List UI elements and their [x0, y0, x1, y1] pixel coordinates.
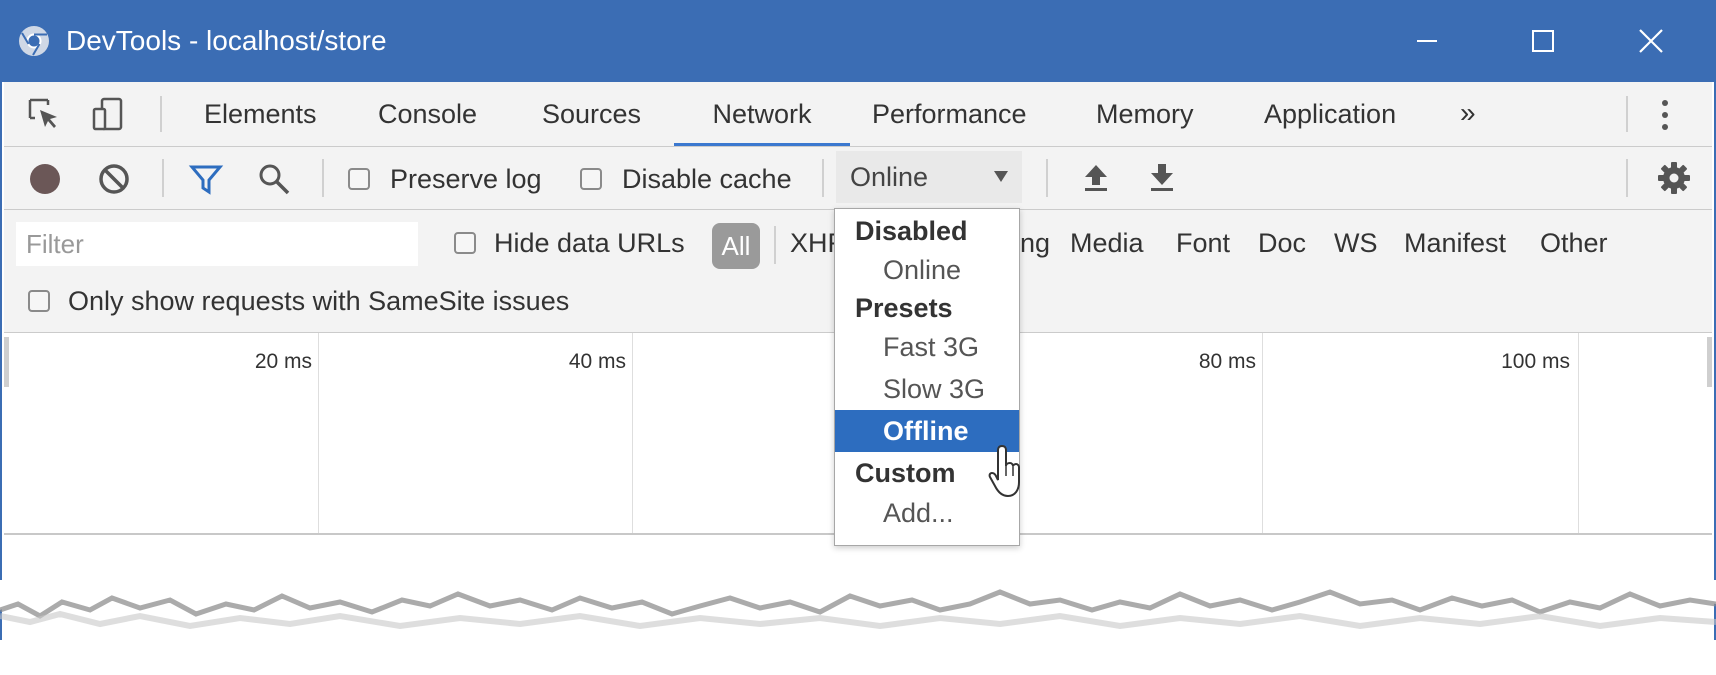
- dropdown-group-label: Presets: [855, 293, 953, 323]
- type-filter-manifest[interactable]: Manifest: [1404, 226, 1506, 260]
- preserve-log-checkbox[interactable]: [348, 168, 370, 190]
- type-filter-partial[interactable]: ng: [1020, 226, 1050, 260]
- tab-sources[interactable]: Sources: [542, 82, 641, 146]
- type-filter-other[interactable]: Other: [1540, 226, 1608, 260]
- tab-elements[interactable]: Elements: [204, 82, 317, 146]
- network-toolbar: Preserve log Disable cache Online: [4, 147, 1712, 210]
- toolbar-separator-3: [822, 159, 824, 197]
- chrome-icon: [19, 26, 49, 56]
- tab-memory[interactable]: Memory: [1096, 82, 1194, 146]
- filter-input[interactable]: [16, 222, 418, 266]
- disable-cache-checkbox[interactable]: [580, 168, 602, 190]
- toolbar-separator-5: [1626, 159, 1628, 197]
- type-filter-doc[interactable]: Doc: [1258, 226, 1306, 260]
- timeline-gridline: [318, 333, 319, 533]
- dropdown-item-fast-3g[interactable]: Fast 3G: [835, 326, 1019, 368]
- type-filter-media[interactable]: Media: [1070, 226, 1144, 260]
- toolbar-separator-4: [1046, 159, 1048, 197]
- hide-data-urls-checkbox[interactable]: [454, 232, 476, 254]
- tab-performance[interactable]: Performance: [872, 82, 1027, 146]
- dropdown-item-online[interactable]: Online: [835, 249, 1019, 291]
- more-options-icon[interactable]: [1660, 98, 1670, 132]
- throttling-selected-value: Online: [850, 162, 929, 192]
- type-filter-ws[interactable]: WS: [1334, 226, 1378, 260]
- dropdown-item-add[interactable]: Add...: [835, 492, 1019, 534]
- samesite-checkbox[interactable]: [28, 290, 50, 312]
- dropdown-group-label: Custom: [855, 458, 956, 488]
- minimize-button[interactable]: [1402, 20, 1452, 62]
- timeline-tick-label: 80 ms: [1198, 350, 1256, 373]
- filter-icon[interactable]: [188, 161, 224, 197]
- timeline-gridline: [632, 333, 633, 533]
- gear-icon[interactable]: [1656, 160, 1692, 196]
- filter-separator: [774, 226, 776, 264]
- timeline-tick-label: 40 ms: [568, 350, 626, 373]
- toolbar-separator-1: [162, 159, 164, 197]
- panel-tab-bar: Elements Console Sources Network Perform…: [4, 82, 1712, 147]
- tab-network[interactable]: Network: [674, 82, 850, 146]
- devtools-window: DevTools - localhost/store Elements Cons…: [0, 0, 1716, 675]
- torn-edge-decoration: [0, 580, 1716, 630]
- more-tabs-button[interactable]: »: [1460, 82, 1476, 144]
- close-icon: [1639, 29, 1663, 53]
- timeline-right-handle[interactable]: [1707, 337, 1712, 387]
- toolbar-separator-2: [322, 159, 324, 197]
- dropdown-item-slow-3g[interactable]: Slow 3G: [835, 368, 1019, 410]
- inspect-element-icon[interactable]: [26, 96, 62, 132]
- chevron-down-icon: [994, 171, 1008, 182]
- upload-icon[interactable]: [1078, 160, 1114, 196]
- tabbar-separator-right: [1626, 96, 1628, 132]
- throttling-select[interactable]: Online: [836, 151, 1022, 203]
- disable-cache-label: Disable cache: [622, 164, 792, 194]
- download-icon[interactable]: [1144, 160, 1180, 196]
- minimize-icon: [1417, 40, 1437, 42]
- samesite-label: Only show requests with SameSite issues: [68, 286, 570, 316]
- type-filter-all[interactable]: All: [712, 223, 760, 269]
- device-toolbar-icon[interactable]: [90, 96, 126, 132]
- timeline-gridline: [1262, 333, 1263, 533]
- clear-icon[interactable]: [96, 161, 132, 197]
- close-button[interactable]: [1626, 20, 1676, 62]
- tabbar-separator: [160, 96, 162, 132]
- type-filter-font[interactable]: Font: [1176, 226, 1230, 260]
- timeline-tick-label: 20 ms: [254, 350, 312, 373]
- timeline-left-handle[interactable]: [4, 337, 9, 387]
- tab-console[interactable]: Console: [378, 82, 477, 146]
- window-title: DevTools - localhost/store: [66, 25, 387, 56]
- timeline-gridline: [1578, 333, 1579, 533]
- tab-application[interactable]: Application: [1264, 82, 1396, 146]
- maximize-icon: [1532, 30, 1554, 52]
- preserve-log-label: Preserve log: [390, 164, 542, 194]
- search-icon[interactable]: [256, 161, 292, 197]
- hide-data-urls-label: Hide data URLs: [494, 228, 685, 258]
- mouse-cursor-icon: [988, 444, 1020, 498]
- record-icon[interactable]: [30, 164, 60, 194]
- timeline-tick-label: 100 ms: [1501, 350, 1570, 373]
- maximize-button[interactable]: [1518, 20, 1568, 62]
- dropdown-group-label: Disabled: [855, 216, 968, 246]
- title-bar: DevTools - localhost/store: [0, 0, 1716, 82]
